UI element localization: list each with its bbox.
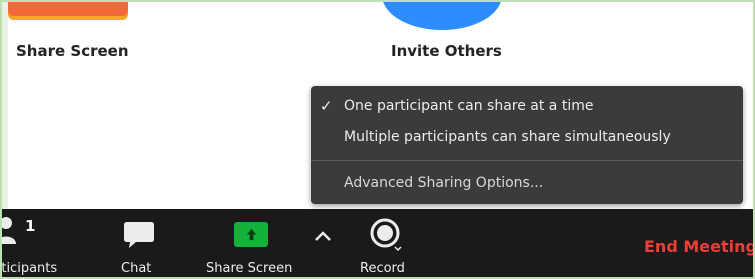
meeting-toolbar: 1 rticipants Chat Share Screen Record En… [0,209,755,279]
menu-item-one-participant-share[interactable]: ✓ One participant can share at a time [311,93,743,119]
record-button[interactable]: Record [350,209,430,279]
end-meeting-button[interactable]: End Meeting [644,237,755,256]
chat-button[interactable]: Chat [110,209,170,279]
share-screen-tile[interactable] [8,0,128,20]
menu-item-label: Multiple participants can share simultan… [344,129,671,145]
person-icon [0,217,16,244]
share-options-menu: ✓ One participant can share at a time Mu… [311,86,743,204]
menu-item-label: One participant can share at a time [344,98,594,114]
chat-label: Chat [121,261,152,276]
menu-divider [311,160,743,161]
checkmark-icon: ✓ [320,97,333,115]
menu-item-advanced-sharing-options[interactable]: Advanced Sharing Options... [311,170,743,196]
share-arrow-icon [234,222,268,247]
share-screen-button[interactable]: Share Screen [200,209,300,279]
participants-count-badge: 1 [25,217,36,235]
share-screen-tile-label: Share Screen [16,42,129,60]
menu-item-multiple-participants-share[interactable]: Multiple participants can share simultan… [311,124,743,150]
invite-others-tile[interactable] [382,0,502,30]
participants-label: rticipants [0,261,58,276]
caret-up-icon[interactable] [314,230,332,242]
share-screen-label: Share Screen [206,261,293,276]
record-icon [370,218,402,252]
menu-item-label: Advanced Sharing Options... [344,175,544,191]
record-label: Record [360,261,405,276]
chat-bubble-icon [124,222,154,248]
invite-others-tile-label: Invite Others [391,42,502,60]
participants-button[interactable]: 1 rticipants [0,209,90,279]
